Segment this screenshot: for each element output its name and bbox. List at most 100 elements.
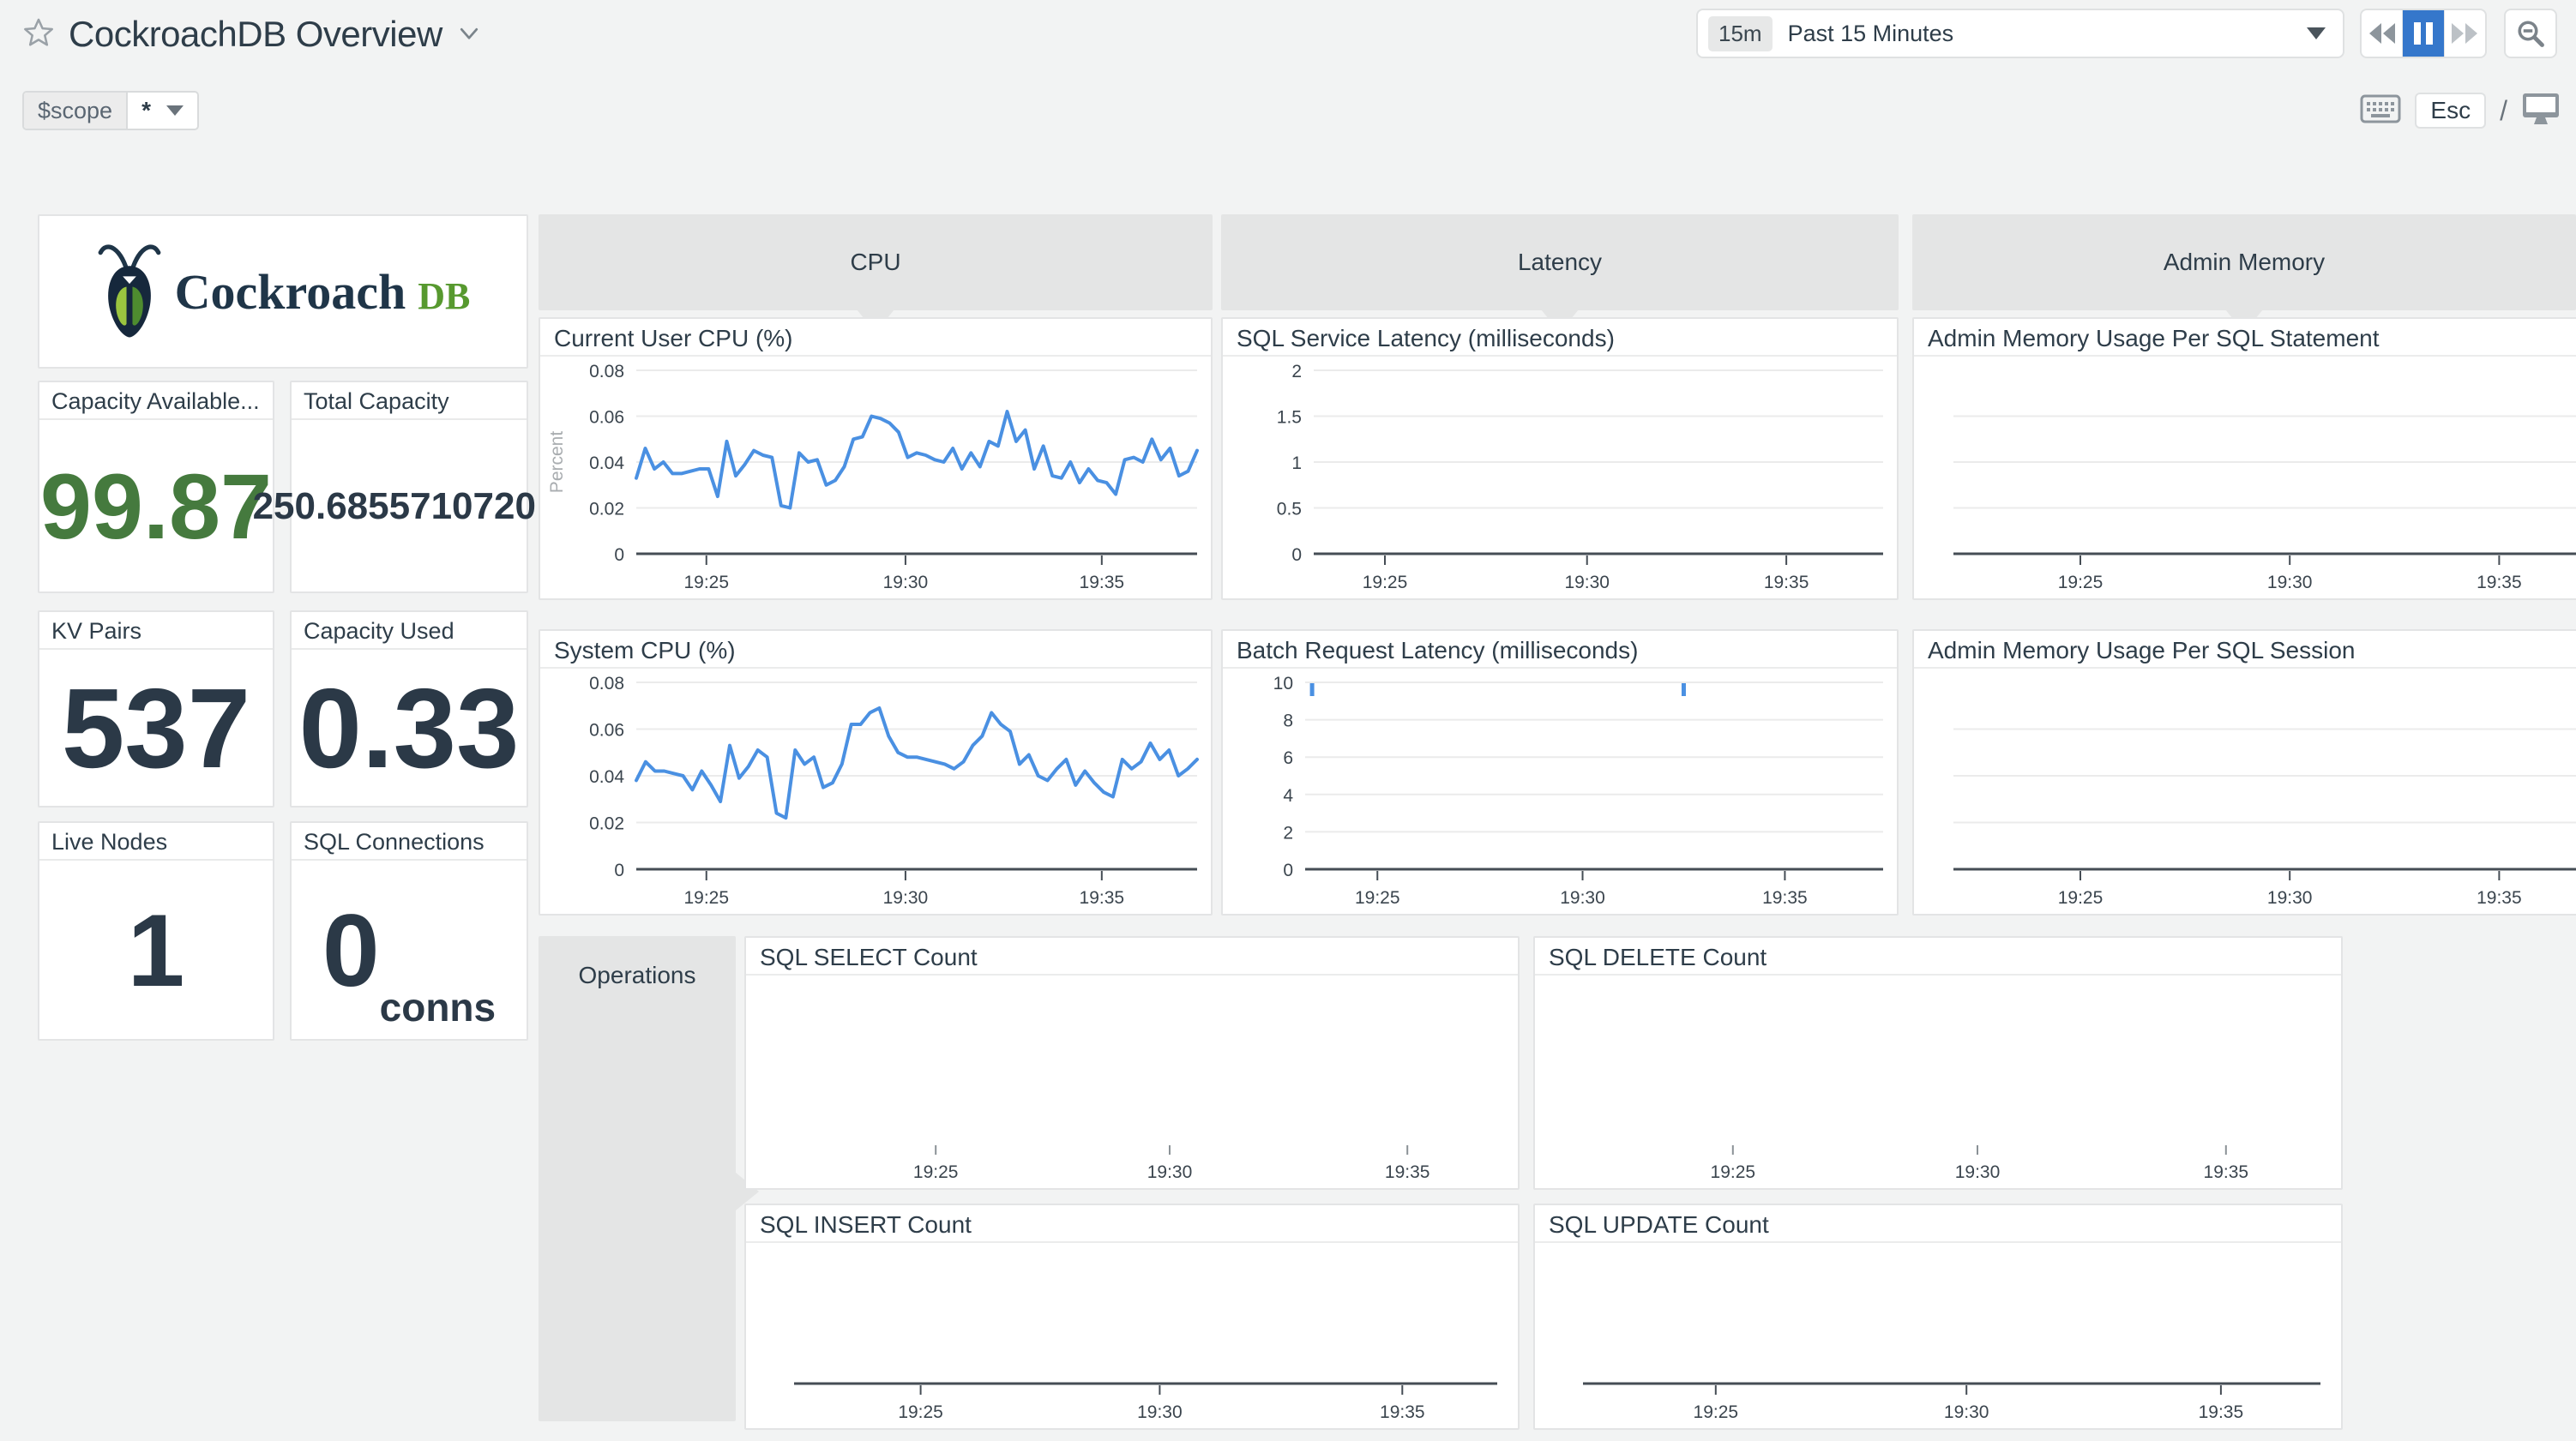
favorite-star-icon[interactable] [22, 16, 55, 53]
stat-title: SQL Connections [292, 823, 527, 861]
chart-title: SQL DELETE Count [1535, 938, 2341, 976]
chart-plot-sql-service-latency[interactable]: 00.511.5219:2519:3019:35 [1223, 358, 1897, 598]
svg-text:19:25: 19:25 [913, 1162, 959, 1182]
fast-forward-button[interactable] [2445, 10, 2485, 57]
svg-text:19:30: 19:30 [2267, 888, 2313, 908]
fast-forward-icon [2450, 21, 2479, 46]
chart-plot-sql-update-count[interactable]: 19:2519:3019:35 [1535, 1245, 2341, 1428]
svg-text:2: 2 [1283, 823, 1293, 843]
stat-card-capacity-used[interactable]: Capacity Used 0.33 [290, 610, 528, 808]
zoom-out-button[interactable] [2504, 9, 2557, 58]
svg-text:0.04: 0.04 [589, 767, 624, 787]
chart-title: Admin Memory Usage Per SQL Session [1914, 631, 2576, 669]
fullscreen-monitor-icon[interactable] [2521, 92, 2561, 130]
chart-plot-system-cpu[interactable]: 00.020.040.060.0819:2519:3019:35 [540, 670, 1211, 914]
chart-card-sql-delete-count: SQL DELETE Count 19:2519:3019:35 [1533, 936, 2343, 1190]
chart-plot-sql-delete-count[interactable]: 19:2519:3019:35 [1535, 977, 2341, 1188]
svg-text:0: 0 [1291, 545, 1302, 565]
svg-text:19:30: 19:30 [1147, 1162, 1193, 1182]
svg-text:19:30: 19:30 [1944, 1402, 1989, 1422]
stat-card-sql-connections[interactable]: SQL Connections 0conns [290, 821, 528, 1041]
keyboard-icon[interactable] [2360, 94, 2401, 128]
title-dropdown-chevron-icon[interactable] [456, 20, 482, 50]
svg-text:19:30: 19:30 [1955, 1162, 2001, 1182]
time-range-label: Past 15 Minutes [1788, 21, 2307, 47]
group-header-cpu[interactable]: CPU [539, 214, 1213, 310]
template-variable-scope[interactable]: $scope * [22, 91, 199, 130]
cockroachdb-logo-card: Cockroach DB [38, 214, 528, 369]
group-label: CPU [850, 249, 900, 276]
chart-plot-admin-memory-statement[interactable]: 19:2519:3019:35 [1914, 358, 2576, 598]
chart-title: Admin Memory Usage Per SQL Statement [1914, 319, 2576, 357]
svg-text:0.02: 0.02 [589, 814, 624, 834]
scope-variable-name: $scope [24, 93, 128, 129]
scope-variable-value[interactable]: * [128, 93, 197, 129]
chart-title: SQL INSERT Count [746, 1205, 1518, 1243]
svg-text:Percent: Percent [547, 431, 567, 494]
page-title: CockroachDB Overview [69, 14, 442, 55]
chart-card-sql-insert-count: SQL INSERT Count 19:2519:3019:35 [744, 1204, 1520, 1430]
svg-text:0.04: 0.04 [589, 453, 624, 473]
group-header-latency[interactable]: Latency [1221, 214, 1899, 310]
svg-text:19:25: 19:25 [2058, 573, 2104, 592]
svg-text:1: 1 [1291, 453, 1302, 473]
svg-text:19:30: 19:30 [1560, 888, 1605, 908]
stat-title: Live Nodes [39, 823, 273, 861]
chart-card-batch-request-latency: Batch Request Latency (milliseconds) 024… [1221, 629, 1899, 916]
rewind-button[interactable] [2362, 10, 2403, 57]
svg-text:0: 0 [614, 545, 624, 565]
time-range-badge: 15m [1708, 16, 1773, 51]
svg-text:0: 0 [614, 861, 624, 880]
svg-text:19:30: 19:30 [1564, 573, 1610, 592]
svg-text:0: 0 [1283, 861, 1293, 880]
chart-plot-sql-select-count[interactable]: 19:25 19:30 19:35 [746, 977, 1518, 1188]
group-header-operations[interactable]: Operations [539, 936, 736, 1421]
svg-text:0.06: 0.06 [589, 408, 624, 428]
svg-text:2: 2 [1291, 362, 1302, 381]
pause-button[interactable] [2403, 10, 2444, 57]
svg-text:19:25: 19:25 [683, 573, 729, 592]
chart-title: SQL UPDATE Count [1535, 1205, 2341, 1243]
group-label: Admin Memory [2164, 249, 2325, 276]
group-label: Latency [1518, 249, 1602, 276]
shortcut-hints: Esc / [2360, 89, 2561, 132]
time-range-selector[interactable]: 15m Past 15 Minutes [1696, 9, 2344, 58]
stat-value: 1 [128, 899, 185, 1002]
playback-controls [2360, 9, 2487, 58]
svg-text:19:25: 19:25 [1355, 888, 1400, 908]
pause-icon [2412, 21, 2435, 46]
chart-card-current-user-cpu: Current User CPU (%) 00.020.040.060.0819… [539, 317, 1213, 600]
stat-card-live-nodes[interactable]: Live Nodes 1 [38, 821, 274, 1041]
svg-text:19:35: 19:35 [1385, 1162, 1430, 1182]
chart-plot-current-user-cpu[interactable]: 00.020.040.060.0819:2519:3019:35Percent [540, 358, 1211, 598]
svg-text:8: 8 [1283, 711, 1293, 731]
scope-caret-icon [166, 105, 184, 116]
svg-text:10: 10 [1273, 674, 1293, 693]
stat-card-total-capacity[interactable]: Total Capacity 250.6855710720GB [290, 381, 528, 593]
cockroachdb-bug-icon [96, 237, 163, 346]
stat-title: Capacity Available... [39, 382, 273, 420]
svg-text:0.06: 0.06 [589, 721, 624, 741]
chart-title: Current User CPU (%) [540, 319, 1211, 357]
svg-text:19:35: 19:35 [1080, 888, 1125, 908]
esc-key-hint[interactable]: Esc [2415, 93, 2486, 129]
svg-text:19:30: 19:30 [1137, 1402, 1183, 1422]
chart-plot-batch-request-latency[interactable]: 024681019:2519:3019:35 [1223, 670, 1897, 914]
scope-value-text: * [141, 97, 151, 124]
stat-value: 99.87 [40, 460, 272, 553]
svg-text:19:25: 19:25 [683, 888, 729, 908]
svg-text:19:30: 19:30 [883, 573, 929, 592]
svg-text:0.08: 0.08 [589, 674, 624, 693]
chart-plot-sql-insert-count[interactable]: 19:2519:3019:35 [746, 1245, 1518, 1428]
chart-card-sql-update-count: SQL UPDATE Count 19:2519:3019:35 [1533, 1204, 2343, 1430]
svg-text:0.08: 0.08 [589, 362, 624, 381]
chart-plot-admin-memory-session[interactable]: 19:2519:3019:35 [1914, 670, 2576, 914]
time-range-caret-icon [2307, 27, 2326, 39]
stat-card-capacity-available[interactable]: Capacity Available... 99.87 [38, 381, 274, 593]
svg-text:19:35: 19:35 [1762, 888, 1808, 908]
stat-card-kv-pairs[interactable]: KV Pairs 537 [38, 610, 274, 808]
svg-text:19:35: 19:35 [1080, 573, 1125, 592]
group-header-admin-memory[interactable]: Admin Memory [1912, 214, 2576, 310]
svg-text:19:35: 19:35 [2204, 1162, 2249, 1182]
chart-card-sql-select-count: SQL SELECT Count 19:2519:3019:35 [744, 936, 1520, 1190]
